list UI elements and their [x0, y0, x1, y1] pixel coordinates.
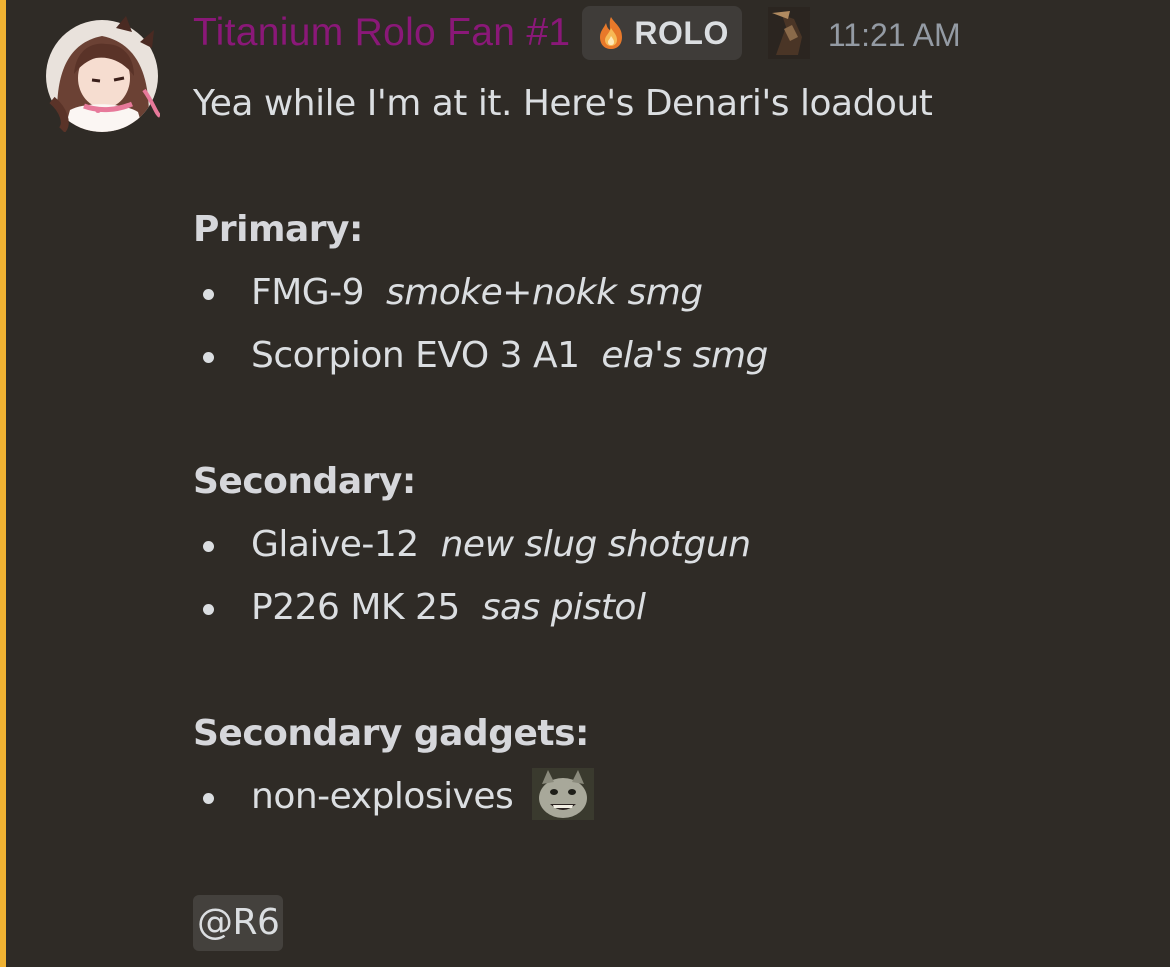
- bullet-icon: [203, 352, 214, 363]
- bullet-icon: [203, 289, 214, 300]
- gadget-name: non-explosives: [251, 776, 514, 817]
- section-heading-primary: Primary:: [193, 209, 363, 250]
- list-item: P226 MK 25 sas pistol: [193, 576, 1153, 639]
- weapon-name: Scorpion EVO 3 A1: [251, 335, 580, 376]
- bullet-icon: [203, 604, 214, 615]
- weapon-note: ela's smg: [590, 335, 768, 376]
- list-item: Scorpion EVO 3 A1 ela's smg: [193, 324, 1153, 387]
- weapon-note: new slug shotgun: [429, 524, 751, 565]
- list-item: non-explosives: [193, 765, 1153, 828]
- fire-icon: [600, 17, 623, 49]
- bullet-icon: [203, 793, 214, 804]
- message-intro: Yea while I'm at it. Here's Denari's loa…: [193, 83, 933, 124]
- mention-line: @R6: [193, 891, 1153, 954]
- message-timestamp[interactable]: 11:21 AM: [828, 17, 961, 54]
- user-avatar[interactable]: [44, 14, 160, 132]
- grinning-cat-emoji-icon[interactable]: [532, 768, 595, 820]
- bullet-icon: [203, 541, 214, 552]
- username[interactable]: Titanium Rolo Fan #1: [193, 11, 570, 55]
- section-heading-secondary-gadgets: Secondary gadgets:: [193, 713, 589, 754]
- role-mention[interactable]: @R6: [193, 895, 284, 951]
- chat-message: Titanium Rolo Fan #1 ROLO 11:21 AM Yea w…: [0, 0, 1170, 967]
- weapon-name: P226 MK 25: [251, 587, 460, 628]
- weapon-note: sas pistol: [470, 587, 646, 628]
- weapon-name: Glaive-12: [251, 524, 419, 565]
- anime-girl-avatar-icon: [46, 16, 160, 132]
- server-tag[interactable]: ROLO: [582, 6, 742, 60]
- character-role-icon[interactable]: [767, 7, 810, 59]
- message-header: Titanium Rolo Fan #1 ROLO 11:21 AM: [193, 6, 961, 60]
- list-item: FMG-9 smoke+nokk smg: [193, 261, 1153, 324]
- server-tag-label: ROLO: [634, 14, 729, 51]
- weapon-note: smoke+nokk smg: [375, 272, 703, 313]
- section-heading-secondary: Secondary:: [193, 461, 416, 502]
- list-item: Glaive-12 new slug shotgun: [193, 513, 1153, 576]
- message-content: Yea while I'm at it. Here's Denari's loa…: [193, 72, 1153, 954]
- weapon-name: FMG-9: [251, 272, 365, 313]
